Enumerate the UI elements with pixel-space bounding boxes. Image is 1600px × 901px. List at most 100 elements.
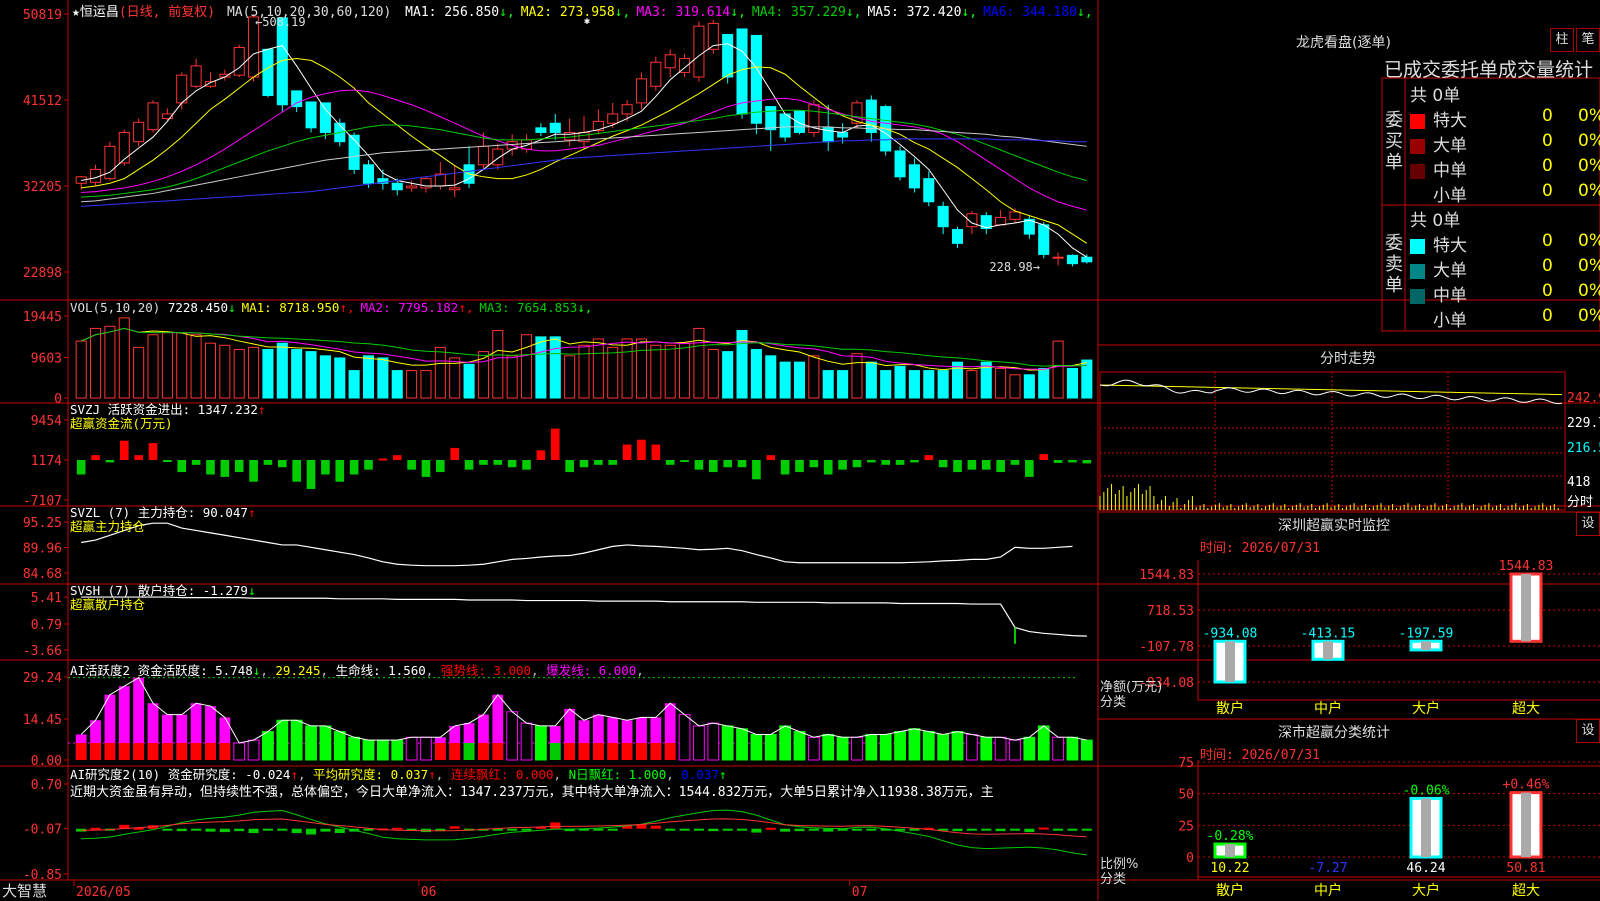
svzj-bar	[507, 459, 517, 468]
sz-monitor-bar	[1213, 639, 1247, 684]
ai-research-bar	[392, 827, 403, 830]
candle-up	[118, 131, 130, 164]
ai-active-bar	[851, 736, 863, 761]
ai-active-bar	[1023, 736, 1036, 761]
svsh-label: SVSH (7) 散户持仓: -1.279	[70, 583, 248, 598]
ai-active-bar	[506, 711, 519, 761]
svzj-bar	[249, 459, 258, 482]
vol-bar	[391, 370, 403, 399]
ai-active-bar	[290, 719, 303, 761]
svzj-bar	[981, 459, 991, 470]
vol-ma-arrow: ↑,	[458, 300, 474, 315]
candle-down	[750, 34, 762, 124]
svzj-bar	[996, 459, 1005, 473]
ai-active-bar-base	[75, 742, 87, 760]
vol-ytick-label: 0	[54, 392, 62, 407]
svzj-ytick-label: 9454	[31, 414, 62, 429]
order-row: 特大 0 0%	[1410, 106, 1600, 131]
order-count: 0	[1542, 131, 1553, 151]
ai-research-v2: 平均研究度: 0.037	[313, 767, 429, 782]
intraday-ylabel: 216.5	[1567, 441, 1600, 456]
candle-down	[549, 122, 561, 133]
sz-class-category: 大户	[1412, 882, 1440, 899]
candle-down	[951, 228, 964, 244]
ai-active-bar	[362, 739, 375, 761]
svsh-sub: 超赢散户持仓	[70, 597, 146, 612]
vol-bar	[521, 334, 533, 399]
candle-up	[1009, 211, 1021, 220]
ai-active-bar	[937, 733, 950, 761]
order-pct: 0%	[1578, 231, 1600, 251]
vol-value: 7228.450	[167, 300, 229, 315]
ai-research-bar	[248, 828, 259, 834]
svsh-ytick-label: 0.79	[31, 618, 62, 633]
brand-logo[interactable]: 大智慧	[2, 880, 47, 901]
sz-monitor-bar	[1311, 639, 1345, 661]
kline-header: ★恒运昌(日线, 前复权) MA(5,10,20,30,60,120) MA1:…	[72, 1, 1093, 20]
vol-bar	[607, 346, 619, 399]
ai-research-line	[81, 809, 1087, 856]
ai-research-bar	[823, 828, 834, 832]
sz-monitor-settings-button[interactable]: 设	[1576, 512, 1600, 536]
ai-research-header: AI研究度2(10) 资金研究度: -0.024↑, 平均研究度: 0.037↑…	[70, 766, 1075, 802]
low-marker: 228.98→	[989, 260, 1040, 274]
vol-bar	[1023, 374, 1035, 399]
vol-bar	[937, 370, 949, 399]
sz-class-title: 深市超赢分类统计	[1278, 725, 1390, 741]
candle-down	[276, 17, 288, 106]
ai-active-bar-base	[650, 742, 662, 760]
intraday-ylabel: 229.7	[1567, 416, 1600, 431]
svzj-arrow: ↑	[257, 402, 266, 417]
ai-active-ytick-label: 14.45	[23, 713, 62, 728]
svzj-bar	[163, 459, 172, 462]
ai-active-bar-base	[219, 742, 231, 760]
sz-class-time: 时间: 2026/07/31	[1200, 748, 1320, 763]
sz-monitor-ytick-label: 1544.83	[1139, 568, 1194, 583]
intraday-title[interactable]: 分时走势	[1320, 348, 1376, 368]
svsh-arrow: ↓	[247, 583, 256, 598]
order-pct: 0%	[1578, 181, 1600, 201]
svzj-bar	[134, 455, 143, 460]
ai-research-bar	[176, 828, 187, 832]
vol-bar	[837, 370, 849, 399]
ai-active-bar-base	[161, 742, 173, 760]
ai-research-bar	[693, 828, 704, 831]
order-swatch	[1410, 263, 1425, 279]
ai-active-bar-base	[176, 742, 188, 760]
ai-active-bar-base	[564, 742, 576, 760]
ai-active-ytick-label: 0.00	[31, 754, 62, 769]
svzj-bar	[191, 459, 201, 465]
vol-label: VOL(5,10,20)	[70, 300, 161, 315]
order-count: 0	[1542, 106, 1553, 126]
vol-bar	[923, 370, 935, 399]
order-swatch	[1410, 288, 1425, 304]
svzj-bar	[795, 459, 804, 473]
stock-chart[interactable]: 50819415123220522898←508.19228.98→✱19445…	[0, 0, 1600, 900]
ai-research-bar	[1024, 828, 1035, 833]
sz-class-settings-button[interactable]: 设	[1576, 719, 1600, 743]
ai-active-bar	[721, 725, 734, 761]
vol-bar	[621, 338, 633, 399]
sz-class-bar-delta: +0.46%	[1503, 778, 1550, 793]
ai-research-bar	[751, 828, 762, 833]
sz-monitor-bar-value: -197.59	[1399, 626, 1454, 641]
order-type: 小单	[1433, 186, 1467, 206]
ai-active-bar-base	[549, 742, 561, 760]
svzj-bar	[234, 459, 244, 473]
vol-bar	[276, 342, 288, 399]
dragon-table-title: 已成交委托单成交量统计	[1384, 59, 1594, 81]
ai-research-bar	[952, 828, 963, 832]
ai-active-header: AI活跃度2 资金活跃度: 5.748↓, 29.245, 生命线: 1.560…	[70, 663, 644, 678]
vol-bar	[808, 355, 820, 399]
ai-active-bar	[807, 736, 820, 761]
sz-class-ytick-label: 25	[1178, 819, 1194, 834]
tick-view-button[interactable]: 笔	[1576, 28, 1600, 52]
vol-bar	[865, 361, 877, 399]
vol-header: VOL(5,10,20) 7228.450↓ MA1: 8718.950↑, MA2…	[70, 300, 592, 315]
vol-bar	[362, 355, 375, 399]
column-view-button[interactable]: 柱	[1550, 28, 1574, 52]
sz-monitor-ytick-label: 718.53	[1147, 604, 1194, 619]
ai-active-bar-base	[636, 742, 647, 760]
stock-title[interactable]: ★恒运昌	[72, 5, 119, 20]
svzl-header: SVZL (7) 主力持仓: 90.047↑ 超赢主力持仓	[70, 506, 255, 534]
